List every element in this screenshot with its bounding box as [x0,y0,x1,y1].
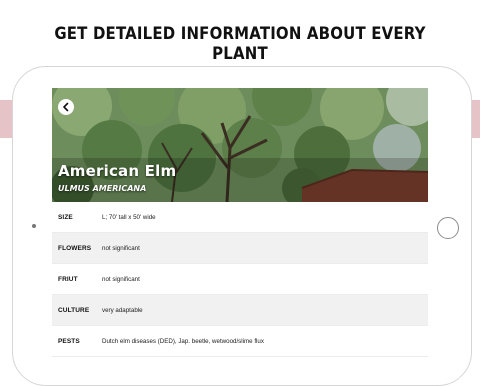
detail-value: not significant [102,244,140,252]
plant-details-list: SIZE L; 70' tall x 50' wide FLOWERS not … [52,202,428,357]
detail-label: CULTURE [58,306,90,314]
detail-label: FLOWERS [58,244,92,252]
detail-value: Dutch elm diseases (DED), Jap. beetle, w… [102,337,264,345]
back-button[interactable] [58,99,74,115]
detail-value: L; 70' tall x 50' wide [102,213,156,221]
headline: GET DETAILED INFORMATION ABOUT EVERY PLA… [54,24,426,64]
app-screen: American Elm ULMUS AMERICANA SIZE L; 70'… [52,88,428,360]
detail-row-pests: PESTS Dutch elm diseases (DED), Jap. bee… [52,326,428,357]
plant-latin-name: ULMUS AMERICANA [58,184,147,193]
chevron-left-icon [63,102,69,112]
plant-name: American Elm [58,162,177,180]
detail-row-size: SIZE L; 70' tall x 50' wide [52,202,428,233]
detail-row-fruit: FRIUT not significant [52,264,428,295]
detail-label: FRIUT [58,275,78,283]
plant-hero-image: American Elm ULMUS AMERICANA [52,88,428,202]
home-button-icon[interactable] [437,217,459,239]
camera-icon [32,224,36,228]
detail-row-flowers: FLOWERS not significant [52,233,428,264]
detail-label: SIZE [58,213,73,221]
detail-row-culture: CULTURE very adaptable [52,295,428,326]
detail-label: PESTS [58,337,80,345]
detail-value: not significant [102,275,140,283]
detail-value: very adaptable [102,306,143,314]
